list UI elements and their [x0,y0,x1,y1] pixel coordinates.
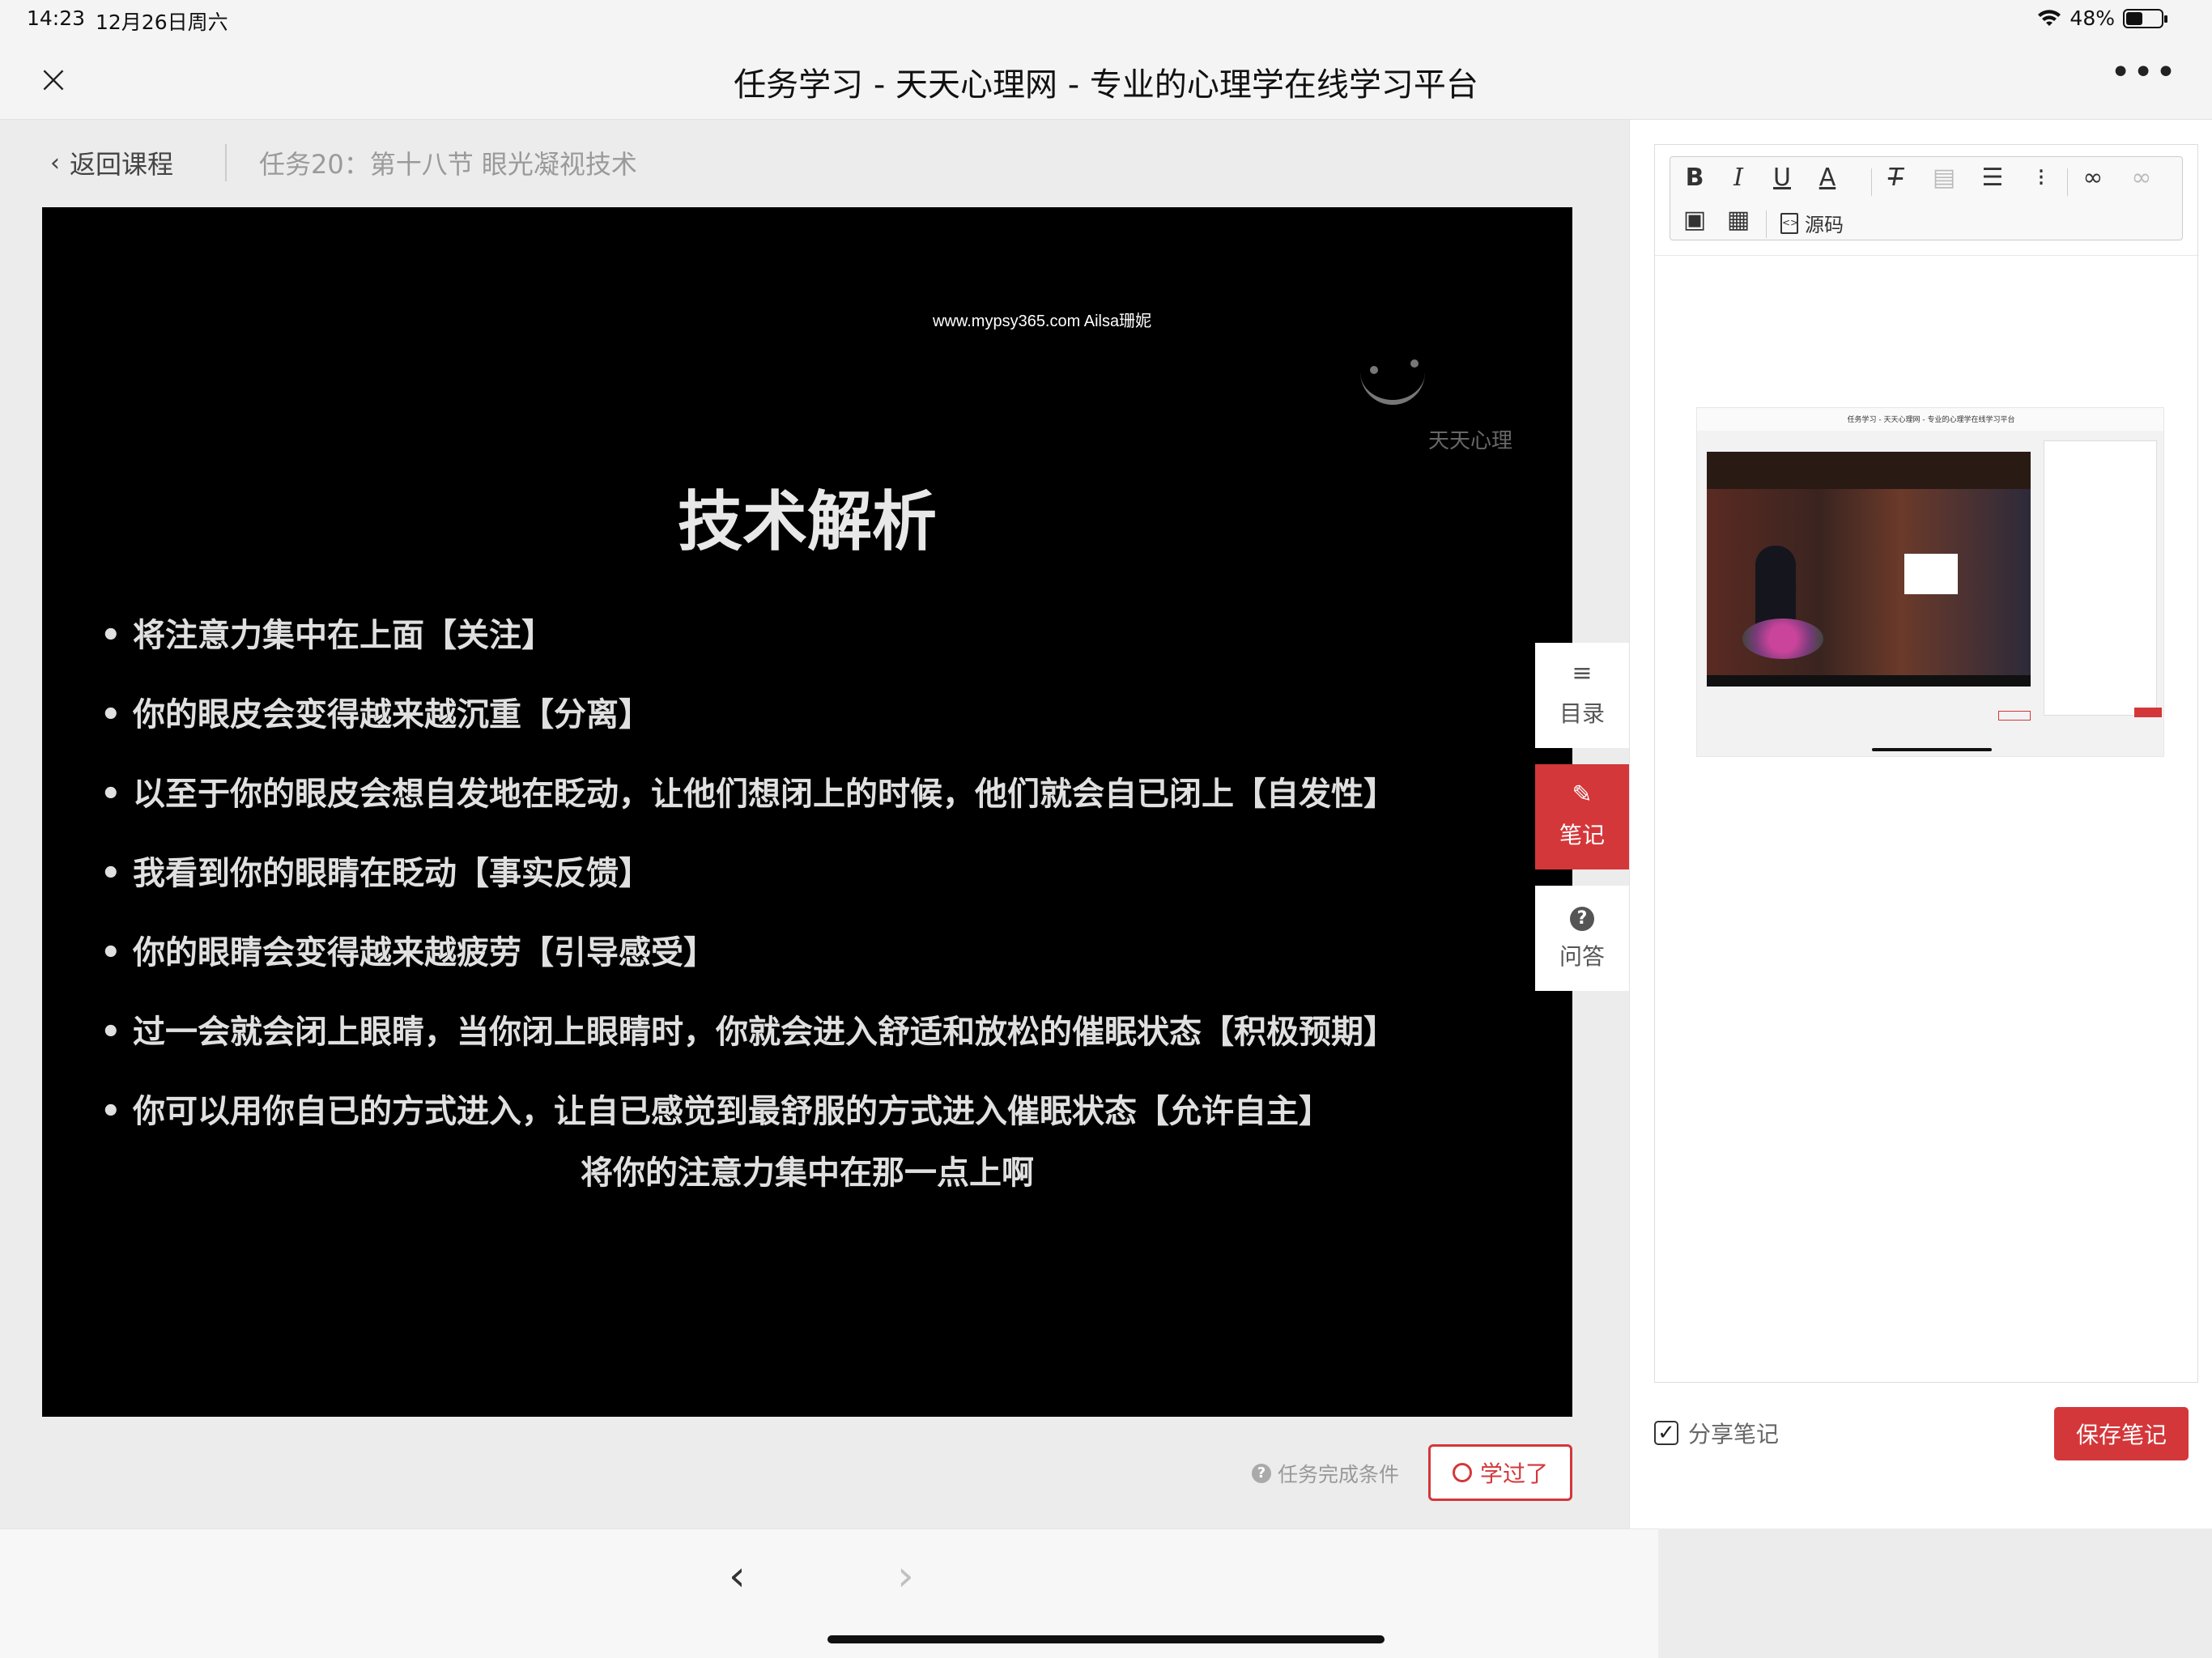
save-notes-button[interactable]: 保存笔记 [2054,1407,2189,1460]
tab-qa[interactable]: ? 问答 [1535,886,1629,991]
task-condition-label: 任务完成条件 [1278,1463,1400,1486]
tab-label: 目录 [1559,700,1605,727]
breadcrumb-divider [225,144,227,181]
media-icon[interactable]: ▦ [1721,206,1756,234]
share-label: 分享笔记 [1688,1421,1780,1448]
thumb-save-button [2134,708,2162,717]
circle-icon [1452,1463,1472,1482]
chevron-left-icon[interactable]: ‹ [729,1552,746,1601]
video-player[interactable]: www.mypsy365.com Ailsa珊妮 天天心理 技术解析 将注意力集… [42,207,1572,1417]
home-indicator[interactable] [827,1635,1385,1643]
thumb-title: 任务学习 - 天天心理网 - 专业的心理学在线学习平台 [1847,416,2015,424]
note-image[interactable]: 任务学习 - 天天心理网 - 专业的心理学在线学习平台 [1696,407,2164,757]
tab-notes[interactable]: ✎ 笔记 [1535,764,1629,869]
status-time: 14:23 [27,6,86,30]
tab-label: 笔记 [1559,822,1605,848]
breadcrumb: ‹ 返回课程 任务20：第十八节 眼光凝视技术 [0,120,1629,206]
slide-bullet: 你的眼皮会变得越来越沉重【分离】 [100,693,1396,772]
title-bar: × 任务学习 - 天天心理网 - 专业的心理学在线学习平台 ••• [0,40,2212,120]
battery-percent: 48% [2069,6,2115,30]
mark-learned-button[interactable]: 学过了 [1428,1444,1572,1501]
battery-level [2126,11,2142,25]
status-bar: 14:23 12月26日周六 48% [0,0,2212,40]
logo-text: 天天心理 [1428,429,1513,453]
bullet-list-icon[interactable]: ⁝ [2023,164,2059,192]
pencil-icon: ✎ [1572,780,1593,809]
share-checkbox[interactable]: ✓ [1654,1421,1678,1445]
ordered-list-icon[interactable]: ☰ [1975,164,2010,192]
list-icon: ≡ [1572,659,1593,687]
logo-dot [1410,359,1419,368]
unlink-icon[interactable]: ∞ [2124,164,2159,192]
video-watermark: www.mypsy365.com Ailsa珊妮 [933,312,1152,330]
notes-panel: B I U A T ▤ ☰ ⁝ ∞ ∞ ▣ ▦ <> 源码 任务学习 - 天天心… [1629,120,2212,1528]
video-subtitle: 将你的注意力集中在那一点上啊 [581,1154,1034,1192]
slide-bullet: 你的眼睛会变得越来越疲劳【引导感受】 [100,931,1396,1010]
clear-format-icon[interactable]: T [1878,164,1913,192]
wifi-icon [2038,9,2061,26]
notes-editor[interactable]: B I U A T ▤ ☰ ⁝ ∞ ∞ ▣ ▦ <> 源码 [1654,144,2199,1383]
editor-divider [1655,255,2199,256]
image-icon[interactable]: ▣ [1677,206,1712,234]
editor-toolbar: B I U A T ▤ ☰ ⁝ ∞ ∞ ▣ ▦ <> 源码 [1670,156,2183,240]
thumb-slide-card [1904,554,1958,594]
link-icon[interactable]: ∞ [2075,164,2111,192]
status-date: 12月26日周六 [96,11,228,34]
underline-icon[interactable]: U [1764,164,1800,192]
source-code-icon: <> [1780,212,1798,234]
question-glyph: ? [1570,907,1594,931]
italic-icon[interactable]: I [1721,164,1756,192]
slide-bullets: 将注意力集中在上面【关注】 你的眼皮会变得越来越沉重【分离】 以至于你的眼皮会想… [100,614,1396,1169]
logo-smile [1360,372,1425,405]
slide-bullet: 过一会就会闭上眼睛，当你闭上眼睛时，你就会进入舒适和放松的催眠状态【积极预期】 [100,1010,1396,1090]
paste-icon[interactable]: ▤ [1926,164,1962,192]
chevron-left-icon: ‹ [50,148,60,177]
learned-label: 学过了 [1479,1460,1548,1487]
bold-icon[interactable]: B [1677,164,1712,192]
tab-label: 问答 [1559,943,1605,970]
thumb-home-indicator [1872,748,1992,751]
font-color-icon[interactable]: A [1810,164,1845,192]
toolbar-divider [2067,168,2068,196]
thumb-titlebar: 任务学习 - 天天心理网 - 专业的心理学在线学习平台 [1697,408,2163,431]
page-title: 任务学习 - 天天心理网 - 专业的心理学在线学习平台 [734,66,1478,104]
task-condition-link[interactable]: ? 任务完成条件 [1252,1459,1399,1488]
thumb-notes-panel [2044,440,2157,716]
logo-dot [1370,366,1378,374]
slide-title: 技术解析 [678,484,937,559]
slide-bullet: 以至于你的眼皮会想自发地在眨动，让他们想闭上的时候，他们就会自已闭上【自发性】 [100,772,1396,852]
share-notes-toggle[interactable]: ✓ 分享笔记 [1654,1417,1779,1449]
thumb-video [1707,452,2031,687]
slide-bullet: 将注意力集中在上面【关注】 [100,614,1396,693]
back-label: 返回课程 [70,149,174,180]
toolbar-divider [1871,168,1872,196]
battery-icon [2123,8,2167,28]
source-label: 源码 [1805,214,1844,236]
slide-bullet: 我看到你的眼睛在眨动【事实反馈】 [100,852,1396,931]
more-icon[interactable]: ••• [2110,52,2178,93]
back-to-course-button[interactable]: ‹ 返回课程 [50,144,173,181]
status-right: 48% [2037,6,2167,30]
question-icon: ? [1535,902,1629,934]
thumb-flowers [1742,619,1823,659]
help-icon: ? [1252,1464,1271,1483]
chevron-right-icon[interactable]: › [897,1552,914,1601]
thumb-learned-button [1998,711,2031,721]
source-code-button[interactable]: <> 源码 [1780,209,1844,237]
thumb-controls [1707,675,2031,687]
task-title: 任务20：第十八节 眼光凝视技术 [259,149,637,180]
tab-catalog[interactable]: ≡ 目录 [1535,643,1629,748]
toolbar-divider [1766,210,1767,238]
